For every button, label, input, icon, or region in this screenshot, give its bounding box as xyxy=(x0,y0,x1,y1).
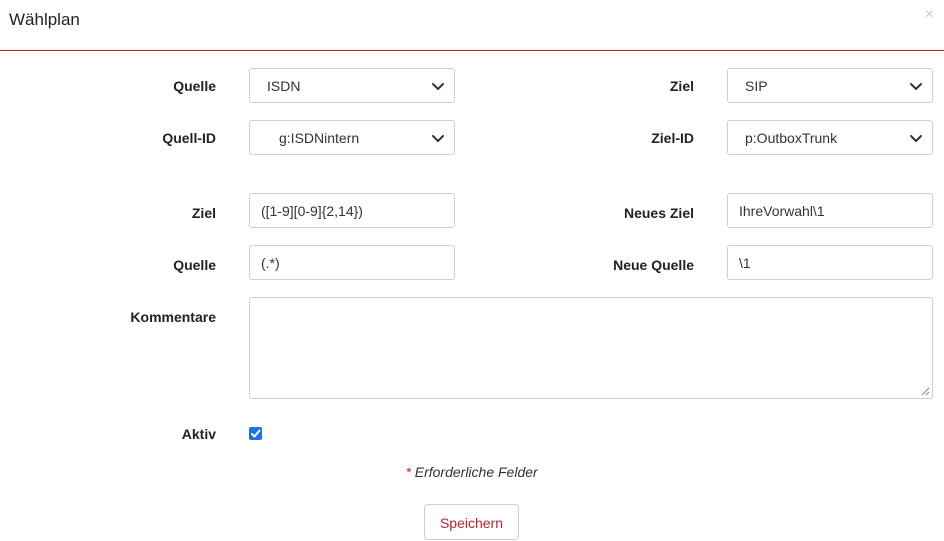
resize-grip-icon[interactable] xyxy=(920,386,930,396)
waehlplan-dialog: Wählplan × Quelle ISDN Ziel SIP Quell-ID… xyxy=(0,0,944,541)
quelle-label: Quelle xyxy=(173,78,216,94)
ziel-id-select[interactable]: p:OutboxTrunk xyxy=(727,120,933,155)
ziel-pattern-label: Ziel xyxy=(191,205,216,221)
save-button[interactable]: Speichern xyxy=(424,504,519,540)
chevron-down-icon xyxy=(910,135,922,142)
chevron-down-icon xyxy=(432,135,444,142)
quell-id-select-value: g:ISDNintern xyxy=(279,130,360,146)
ziel-select-value: SIP xyxy=(745,78,768,94)
ziel-id-select-value: p:OutboxTrunk xyxy=(745,130,838,146)
dialog-title: Wählplan xyxy=(9,10,80,29)
required-star: * xyxy=(406,464,412,480)
ziel-select[interactable]: SIP xyxy=(727,68,933,103)
quelle-select[interactable]: ISDN xyxy=(249,68,455,103)
neues-ziel-label: Neues Ziel xyxy=(623,205,694,221)
aktiv-checkbox[interactable] xyxy=(249,427,262,440)
required-text: Erforderliche Felder xyxy=(414,464,538,480)
quell-id-select[interactable]: g:ISDNintern xyxy=(249,120,455,155)
neue-quelle-input[interactable]: \1 xyxy=(727,245,933,280)
ziel-pattern-input[interactable]: ([1-9][0-9]{2,14}) xyxy=(249,193,455,228)
dialog-header: Wählplan × xyxy=(0,0,944,51)
neue-quelle-label: Neue Quelle xyxy=(613,257,694,273)
ziel-pattern-value: ([1-9][0-9]{2,14}) xyxy=(261,203,363,219)
quelle-pattern-input[interactable]: (.*) xyxy=(249,245,455,280)
neue-quelle-value: \1 xyxy=(739,255,751,271)
quelle-select-value: ISDN xyxy=(267,78,301,94)
check-icon xyxy=(251,429,261,438)
required-fields-note: * Erforderliche Felder xyxy=(0,464,944,480)
aktiv-label: Aktiv xyxy=(181,426,216,442)
quelle-pattern-value: (.*) xyxy=(261,255,280,271)
chevron-down-icon xyxy=(910,83,922,90)
kommentare-textarea[interactable] xyxy=(249,297,933,399)
ziel-id-label: Ziel-ID xyxy=(651,130,694,146)
close-icon[interactable]: × xyxy=(925,6,934,24)
quelle-pattern-label: Quelle xyxy=(173,257,216,273)
chevron-down-icon xyxy=(432,83,444,90)
kommentare-label: Kommentare xyxy=(130,309,216,325)
neues-ziel-value: IhreVorwahl\1 xyxy=(739,203,825,219)
neues-ziel-input[interactable]: IhreVorwahl\1 xyxy=(727,193,933,228)
quell-id-label: Quell-ID xyxy=(162,130,216,146)
ziel-label: Ziel xyxy=(669,78,694,94)
